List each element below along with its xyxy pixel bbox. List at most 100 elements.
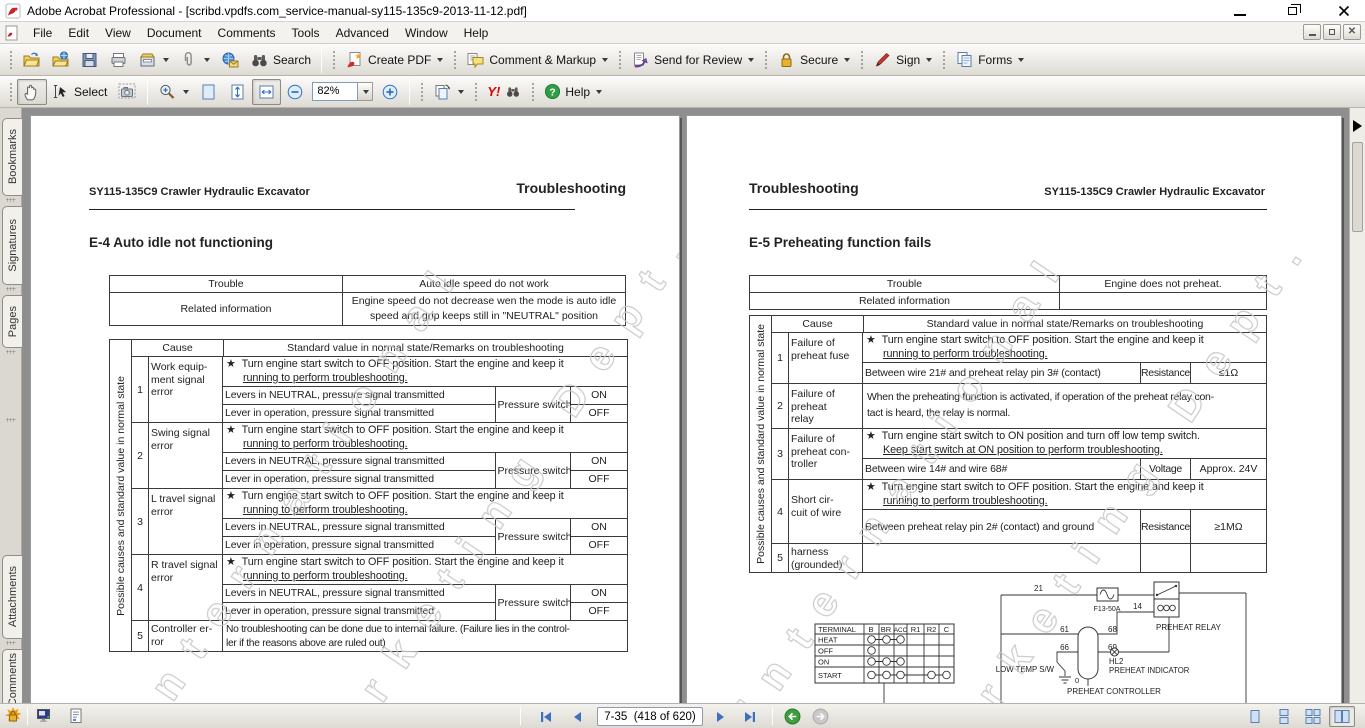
- toolbar-grip[interactable]: [473, 81, 478, 103]
- help-button[interactable]: ?Help: [539, 79, 607, 105]
- previous-page-button[interactable]: [566, 707, 590, 726]
- send-for-review-button[interactable]: Send for Review: [626, 47, 759, 73]
- last-page-button[interactable]: [738, 707, 762, 726]
- page-display-button[interactable]: [428, 79, 469, 105]
- sidebar-tab-bookmarks[interactable]: Bookmarks: [2, 118, 22, 196]
- first-page-icon: [538, 709, 554, 725]
- doc-minimize-button[interactable]: [1303, 24, 1321, 40]
- zoom-in-button[interactable]: [376, 79, 404, 105]
- open-web-page-button[interactable]: [46, 47, 75, 73]
- menu-file[interactable]: File: [25, 23, 60, 43]
- circuit-wiring: 21 F13-50A PREHEAT RELAY 14 61 68 66 69: [996, 582, 1246, 703]
- minus-circle-icon: [286, 83, 304, 101]
- previous-view-button[interactable]: [780, 707, 804, 726]
- dropdown-caret-icon: [844, 58, 850, 62]
- sidebar-tab-comments[interactable]: Comments: [2, 649, 22, 711]
- menu-comments[interactable]: Comments: [210, 23, 284, 43]
- toolbar-grip[interactable]: [8, 49, 13, 71]
- doc-restore-button[interactable]: [1323, 24, 1341, 40]
- forms-button[interactable]: Forms: [950, 47, 1029, 73]
- next-view-button[interactable]: [808, 707, 832, 726]
- zoom-level-value[interactable]: 82%: [312, 82, 358, 101]
- toolbar-grip[interactable]: [331, 49, 336, 71]
- hand-tool-button[interactable]: [17, 79, 47, 105]
- page-view-button[interactable]: [67, 707, 85, 728]
- menu-view[interactable]: View: [97, 23, 139, 43]
- pane-resize-grip[interactable]: [6, 418, 16, 422]
- terminal-header: B: [868, 625, 873, 634]
- zoom-level-combo[interactable]: 82%: [312, 82, 373, 101]
- header-cause: Cause: [772, 316, 864, 332]
- sign-button[interactable]: Sign: [868, 47, 937, 73]
- print-button[interactable]: [104, 47, 133, 73]
- toolbar-grip[interactable]: [763, 49, 768, 71]
- cell-star-note: ★Turn engine start switch to OFF positio…: [863, 480, 1266, 510]
- title-bar: Adobe Acrobat Professional - [scribd.vpd…: [0, 0, 1365, 22]
- page-display-icon: [433, 83, 452, 101]
- menu-help[interactable]: Help: [456, 23, 497, 43]
- secure-button[interactable]: Secure: [772, 47, 855, 73]
- dropdown-caret-icon: [437, 58, 443, 62]
- menu-edit[interactable]: Edit: [60, 23, 97, 43]
- star-text: Turn engine start switch to OFF position…: [242, 556, 564, 568]
- yahoo-search-button[interactable]: Y!: [482, 79, 526, 105]
- email-button[interactable]: [215, 47, 245, 73]
- attach-button[interactable]: [174, 47, 215, 73]
- doc-close-button[interactable]: ✕: [1343, 24, 1361, 40]
- comment-markup-button[interactable]: Comment & Markup: [461, 47, 613, 73]
- continuous-layout-button[interactable]: [1271, 706, 1297, 727]
- snapshot-tool-button[interactable]: [112, 79, 142, 105]
- cell-condition: Levers in NEUTRAL, pressure signal trans…: [223, 453, 496, 471]
- fit-width-button[interactable]: [252, 79, 281, 105]
- restore-icon: [1329, 29, 1335, 35]
- toolbar-grip[interactable]: [859, 49, 864, 71]
- secure-label: Secure: [800, 53, 838, 67]
- save-button[interactable]: [75, 47, 104, 73]
- sidebar-tab-signatures[interactable]: Signatures: [2, 206, 22, 285]
- create-pdf-button[interactable]: Create PDF: [340, 47, 448, 73]
- document-pane[interactable]: International Marketing Dept. SY115-135C…: [22, 108, 1349, 703]
- menu-tools[interactable]: Tools: [284, 23, 328, 43]
- toolbar-grip[interactable]: [419, 81, 424, 103]
- pane-toggle-arrow-icon[interactable]: [1353, 120, 1362, 132]
- toolbar-grip[interactable]: [8, 81, 13, 103]
- scrollbar-thumb[interactable]: [1352, 142, 1363, 232]
- cell-remark: No troubleshooting can be done due to in…: [223, 621, 627, 650]
- actual-size-button[interactable]: [194, 79, 223, 105]
- low-temp-switch-label: LOW TEMP S/W: [996, 665, 1055, 674]
- open-button[interactable]: [17, 47, 46, 73]
- cell-row-number: 2: [772, 384, 789, 428]
- screen-mode-button[interactable]: [35, 707, 53, 728]
- close-button[interactable]: [1331, 2, 1357, 20]
- organizer-button[interactable]: [133, 47, 174, 73]
- zoom-tool-button[interactable]: [153, 79, 194, 105]
- toolbar-grip[interactable]: [617, 49, 622, 71]
- search-button[interactable]: Search: [245, 47, 316, 73]
- file-toolbar: Search Create PDF Comment & Markup Send …: [0, 44, 1365, 76]
- first-page-button[interactable]: [534, 707, 558, 726]
- fit-page-button[interactable]: [223, 79, 252, 105]
- menu-document[interactable]: Document: [139, 23, 210, 43]
- toolbar-grip[interactable]: [941, 49, 946, 71]
- menu-advanced[interactable]: Advanced: [328, 23, 397, 43]
- toolbar-grip[interactable]: [530, 81, 535, 103]
- toolbar-grip[interactable]: [452, 49, 457, 71]
- close-icon: ✕: [1348, 27, 1356, 37]
- next-page-button[interactable]: [708, 707, 732, 726]
- facing-layout-button[interactable]: [1329, 706, 1355, 727]
- vertical-scrollbar[interactable]: [1349, 108, 1365, 703]
- single-page-layout-button[interactable]: [1242, 706, 1268, 727]
- zoom-dropdown-button[interactable]: [358, 82, 373, 101]
- restore-button[interactable]: [1279, 2, 1305, 20]
- menu-window[interactable]: Window: [397, 23, 456, 43]
- select-tool-button[interactable]: Select: [47, 79, 112, 105]
- minimize-button[interactable]: [1227, 2, 1253, 20]
- continuous-facing-layout-button[interactable]: [1300, 706, 1326, 727]
- security-settings-button[interactable]: [4, 707, 22, 728]
- sidebar-tab-attachments[interactable]: Attachments: [2, 555, 22, 639]
- table-row: Trouble Auto idle speed do not work: [110, 276, 625, 293]
- page-number-field[interactable]: 7-35 (418 of 620): [597, 707, 703, 726]
- zoom-out-button[interactable]: [281, 79, 309, 105]
- tab-label: Bookmarks: [7, 129, 19, 184]
- sidebar-tab-pages[interactable]: Pages: [2, 295, 22, 348]
